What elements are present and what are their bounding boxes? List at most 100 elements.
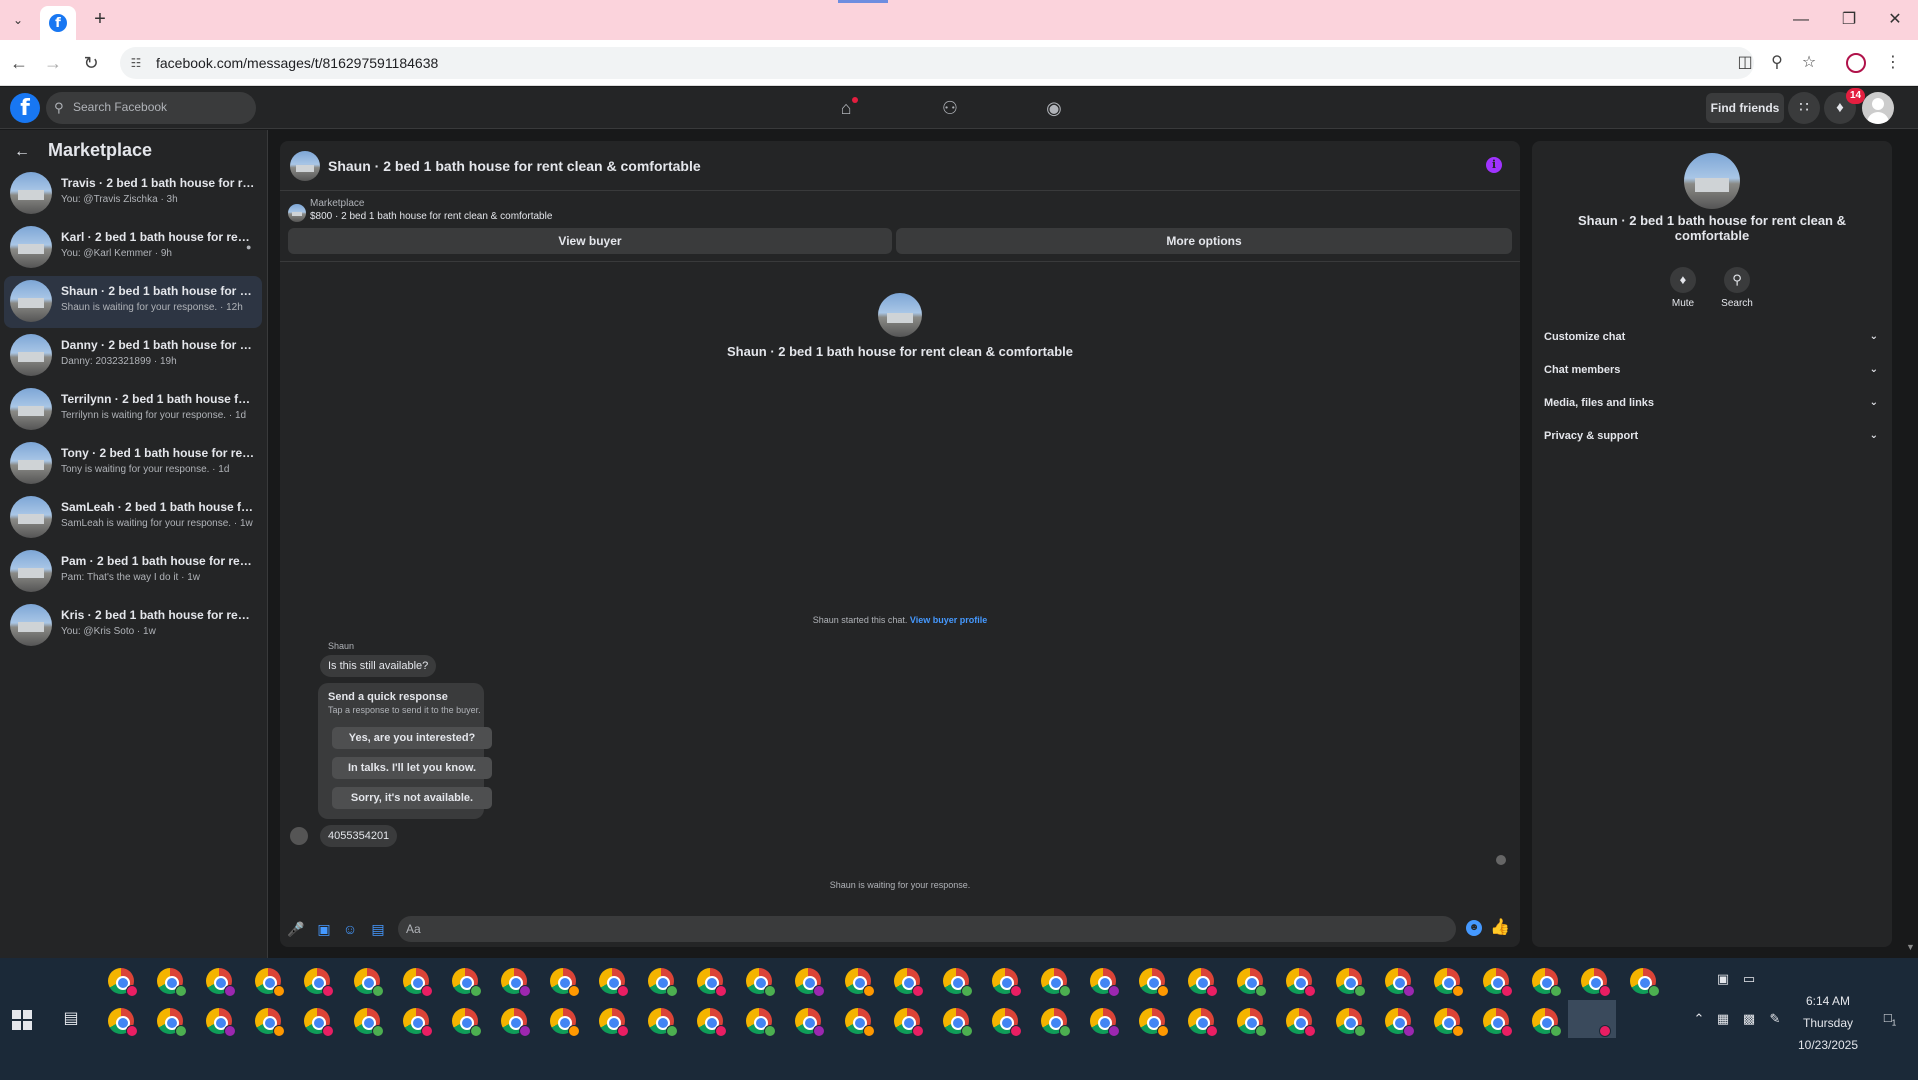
chrome-taskbar-icon[interactable] (1384, 1008, 1415, 1037)
sticker-icon[interactable]: ☺ (340, 919, 360, 939)
chrome-taskbar-icon[interactable] (1630, 968, 1661, 997)
browser-menu-icon[interactable]: ⋮ (1880, 50, 1906, 76)
chrome-taskbar-icon[interactable] (844, 968, 875, 997)
chrome-taskbar-icon[interactable] (795, 1008, 826, 1037)
chrome-taskbar-icon[interactable] (991, 968, 1022, 997)
browser-tab-facebook[interactable]: f (40, 6, 76, 40)
menu-grid-icon[interactable]: ∷ (1788, 92, 1820, 124)
conversation-item[interactable]: Danny · 2 bed 1 bath house for ren... Da… (4, 330, 262, 382)
chrome-taskbar-icon[interactable] (942, 1008, 973, 1037)
chrome-taskbar-icon[interactable] (1139, 1008, 1170, 1037)
chrome-taskbar-icon[interactable] (746, 968, 777, 997)
site-settings-icon[interactable]: ☷ (128, 55, 144, 71)
chrome-taskbar-icon[interactable] (1482, 968, 1513, 997)
install-app-icon[interactable]: ◫ (1732, 50, 1758, 76)
chrome-taskbar-icon[interactable] (1482, 1008, 1513, 1037)
chrome-taskbar-icon[interactable] (1090, 968, 1120, 997)
chrome-taskbar-icon[interactable] (1188, 1008, 1219, 1037)
bookmark-star-icon[interactable]: ☆ (1796, 50, 1822, 76)
chrome-taskbar-icon[interactable] (353, 1008, 384, 1037)
reload-icon[interactable]: ↻ (78, 50, 104, 76)
info-icon[interactable]: i (1486, 157, 1502, 173)
chrome-taskbar-icon[interactable] (1139, 968, 1170, 997)
conversation-item[interactable]: Terrilynn · 2 bed 1 bath house for r... … (4, 384, 262, 436)
chrome-taskbar-icon[interactable] (1237, 1008, 1268, 1037)
emoji-icon[interactable]: ☻ (1466, 920, 1482, 936)
task-view-icon[interactable]: ▤ (60, 1008, 82, 1030)
chrome-taskbar-icon[interactable] (353, 968, 384, 997)
conversation-item[interactable]: Travis · 2 bed 1 bath house for rent... … (4, 168, 262, 220)
chrome-taskbar-icon[interactable] (1531, 968, 1562, 997)
quick-response-in-talks-button[interactable]: In talks. I'll let you know. (332, 757, 492, 779)
chrome-taskbar-icon[interactable] (991, 1008, 1022, 1037)
chrome-taskbar-icon[interactable] (157, 968, 188, 997)
chrome-taskbar-icon[interactable] (255, 968, 286, 997)
conversation-item[interactable]: Tony · 2 bed 1 bath house for rent ... T… (4, 438, 262, 490)
chrome-taskbar-icon[interactable] (697, 968, 728, 997)
conversation-item-active[interactable]: Shaun · 2 bed 1 bath house for ren... Sh… (4, 276, 262, 328)
url-text[interactable]: facebook.com/messages/t/816297591184638 (156, 55, 438, 71)
conversation-item[interactable]: SamLeah · 2 bed 1 bath house for r... Sa… (4, 492, 262, 544)
chrome-taskbar-icon[interactable] (500, 968, 531, 997)
chrome-taskbar-icon[interactable] (206, 968, 237, 997)
chrome-taskbar-icon[interactable] (1433, 968, 1464, 997)
chrome-taskbar-icon[interactable] (206, 1008, 237, 1037)
more-options-button[interactable]: More options (896, 228, 1512, 254)
photo-icon[interactable]: ▣ (314, 919, 334, 939)
notification-center-icon[interactable]: □1 (1880, 1010, 1900, 1028)
mute-button[interactable]: ♦ Mute (1658, 267, 1708, 309)
chrome-taskbar-icon[interactable] (108, 1008, 138, 1037)
back-arrow-icon[interactable]: ← (6, 50, 32, 76)
meet-now-icon[interactable]: ▣ (1714, 970, 1732, 988)
quick-response-yes-button[interactable]: Yes, are you interested? (332, 727, 492, 749)
chrome-taskbar-icon[interactable] (549, 1008, 580, 1037)
chrome-taskbar-icon[interactable] (648, 1008, 679, 1037)
view-buyer-profile-link[interactable]: View buyer profile (910, 615, 987, 625)
groups-icon[interactable]: ◉ (1040, 95, 1068, 121)
chrome-taskbar-icon[interactable] (942, 968, 973, 997)
chrome-taskbar-icon[interactable] (1237, 968, 1268, 997)
back-arrow-icon[interactable]: ← (14, 143, 34, 161)
pen-icon[interactable]: ✎ (1766, 1010, 1784, 1028)
chat-avatar[interactable] (290, 151, 320, 181)
chrome-taskbar-icon[interactable] (304, 968, 335, 997)
chrome-taskbar-icon[interactable] (108, 968, 138, 997)
chat-members-section[interactable]: Chat members ⌄ (1542, 356, 1882, 384)
browser-profile-icon[interactable] (1846, 53, 1866, 73)
chrome-taskbar-icon[interactable] (648, 968, 679, 997)
microphone-icon[interactable]: 🎤 (286, 919, 306, 939)
chrome-taskbar-icon[interactable] (697, 1008, 728, 1037)
chrome-taskbar-icon[interactable] (746, 1008, 777, 1037)
facebook-logo-icon[interactable]: f (10, 93, 40, 123)
tab-list-chevron-down-icon[interactable]: ⌄ (8, 10, 28, 30)
chat-title[interactable]: Shaun · 2 bed 1 bath house for rent clea… (328, 158, 701, 174)
facebook-search-input[interactable]: ⚲ Search Facebook (46, 92, 256, 124)
message-input[interactable]: Aa (398, 916, 1456, 942)
chrome-taskbar-icon[interactable] (451, 1008, 482, 1037)
chrome-taskbar-icon[interactable] (402, 968, 433, 997)
chrome-taskbar-icon[interactable] (1090, 1008, 1120, 1037)
chrome-taskbar-icon[interactable] (599, 968, 629, 997)
chrome-taskbar-icon[interactable] (1335, 1008, 1366, 1037)
network-icon[interactable]: ▦ (1714, 1010, 1732, 1028)
chrome-taskbar-icon[interactable] (599, 1008, 629, 1037)
chrome-taskbar-icon[interactable] (255, 1008, 286, 1037)
account-avatar[interactable] (1862, 92, 1894, 124)
chrome-taskbar-icon[interactable] (157, 1008, 188, 1037)
display-icon[interactable]: ▭ (1740, 970, 1758, 988)
chrome-taskbar-icon[interactable] (402, 1008, 433, 1037)
chrome-taskbar-icon[interactable] (1286, 1008, 1317, 1037)
chrome-taskbar-icon[interactable] (893, 968, 924, 997)
conversation-item[interactable]: Kris · 2 bed 1 bath house for rent c... … (4, 600, 262, 652)
new-tab-plus-icon[interactable]: + (88, 8, 112, 32)
chrome-taskbar-icon[interactable] (1286, 968, 1317, 997)
chrome-taskbar-icon[interactable] (795, 968, 826, 997)
chrome-taskbar-icon[interactable] (1040, 968, 1071, 997)
gif-icon[interactable]: ▤ (368, 919, 388, 939)
media-files-links-section[interactable]: Media, files and links ⌄ (1542, 389, 1882, 417)
system-clock[interactable]: 6:14 AM Thursday 10/23/2025 (1788, 990, 1868, 1056)
info-panel-avatar[interactable] (1684, 153, 1740, 209)
customize-chat-section[interactable]: Customize chat ⌄ (1542, 323, 1882, 351)
scroll-down-arrow-icon[interactable]: ▼ (1906, 942, 1915, 952)
privacy-support-section[interactable]: Privacy & support ⌄ (1542, 422, 1882, 450)
